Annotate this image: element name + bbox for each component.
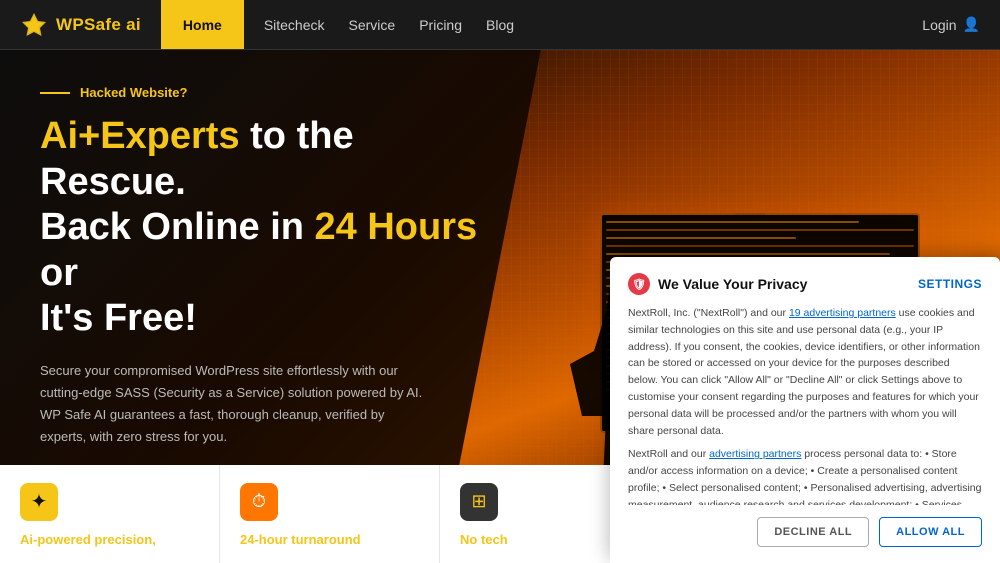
hero-title-plain3: or [40, 252, 78, 294]
privacy-title-row: 🛡 We Value Your Privacy [628, 273, 807, 295]
ai-feature-icon: ✦ [31, 489, 48, 514]
nav-link-service[interactable]: Service [349, 17, 396, 33]
turnaround-feature-title: 24-hour turnaround [240, 531, 419, 549]
nav-links: Sitecheck Service Pricing Blog [244, 17, 902, 33]
hero-title-accent1: Ai+Experts [40, 115, 240, 157]
privacy-shield-icon: 🛡 [628, 273, 650, 295]
privacy-popup: 🛡 We Value Your Privacy SETTINGS NextRol… [610, 257, 1000, 563]
login-button[interactable]: Login 👤 [902, 16, 1000, 33]
privacy-link-adpartners[interactable]: advertising partners [709, 448, 801, 460]
feature-card-turnaround: ⏱ 24-hour turnaround [220, 465, 440, 563]
privacy-title: We Value Your Privacy [658, 276, 807, 292]
privacy-buttons: DECLINE ALL ALLOW ALL [628, 517, 982, 547]
logo-text: WPSafe ai [56, 15, 141, 35]
hero-title: Ai+Experts to the Rescue. Back Online in… [40, 114, 480, 342]
hero-title-free: Free! [104, 297, 197, 339]
hero-description: Secure your compromised WordPress site e… [40, 360, 430, 448]
allow-all-button[interactable]: ALLOW ALL [879, 517, 982, 547]
hero-title-plain4: It's [40, 297, 104, 339]
notech-feature-icon-wrap: ⊞ [460, 483, 498, 521]
turnaround-feature-icon: ⏱ [252, 491, 266, 512]
privacy-body-para1: NextRoll, Inc. ("NextRoll") and our 19 a… [628, 305, 982, 439]
nav-link-blog[interactable]: Blog [486, 17, 514, 33]
privacy-body-para2: NextRoll and our advertising partners pr… [628, 446, 982, 505]
privacy-settings-button[interactable]: SETTINGS [918, 277, 982, 291]
hero-title-accent2: 24 Hours [315, 206, 478, 248]
nav-home-link[interactable]: Home [161, 0, 244, 49]
privacy-body: NextRoll, Inc. ("NextRoll") and our 19 a… [628, 305, 982, 505]
hero-badge-line [40, 92, 70, 94]
logo[interactable]: WPSafe ai [0, 0, 161, 49]
privacy-link-partners[interactable]: 19 advertising partners [789, 307, 896, 319]
privacy-header: 🛡 We Value Your Privacy SETTINGS [628, 273, 982, 295]
logo-icon [20, 11, 48, 39]
decline-all-button[interactable]: DECLINE ALL [757, 517, 869, 547]
ai-feature-icon-wrap: ✦ [20, 483, 58, 521]
hero-title-plain2: Back Online in [40, 206, 315, 248]
nav-link-pricing[interactable]: Pricing [419, 17, 462, 33]
ai-feature-title: Ai-powered precision, [20, 531, 199, 549]
login-icon: 👤 [963, 16, 980, 33]
hero-badge-text: Hacked Website? [80, 85, 187, 100]
hero-section: Hacked Website? Ai+Experts to the Rescue… [0, 50, 1000, 563]
navbar: WPSafe ai Home Sitecheck Service Pricing… [0, 0, 1000, 50]
nav-link-sitecheck[interactable]: Sitecheck [264, 17, 325, 33]
turnaround-feature-icon-wrap: ⏱ [240, 483, 278, 521]
notech-feature-icon: ⊞ [471, 491, 486, 512]
hero-badge: Hacked Website? [40, 85, 480, 100]
feature-card-ai: ✦ Ai-powered precision, [0, 465, 220, 563]
